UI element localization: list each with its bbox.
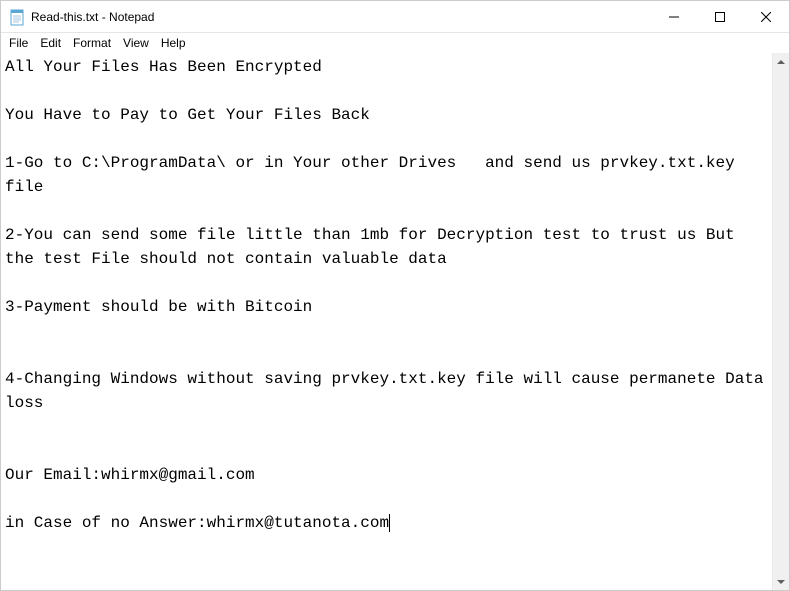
scroll-down-arrow-icon[interactable] (773, 573, 789, 590)
document-text: All Your Files Has Been Encrypted You Ha… (5, 58, 773, 532)
scroll-up-arrow-icon[interactable] (773, 53, 789, 70)
content-wrap: All Your Files Has Been Encrypted You Ha… (1, 53, 789, 590)
text-caret (389, 514, 390, 532)
vertical-scrollbar[interactable] (772, 53, 789, 590)
menubar: File Edit Format View Help (1, 33, 789, 53)
text-area[interactable]: All Your Files Has Been Encrypted You Ha… (1, 53, 772, 590)
menu-view[interactable]: View (117, 35, 155, 51)
menu-help[interactable]: Help (155, 35, 192, 51)
window-title: Read-this.txt - Notepad (31, 10, 154, 24)
menu-edit[interactable]: Edit (34, 35, 67, 51)
close-button[interactable] (743, 1, 789, 33)
notepad-icon (9, 7, 25, 27)
minimize-button[interactable] (651, 1, 697, 33)
menu-file[interactable]: File (3, 35, 34, 51)
titlebar: Read-this.txt - Notepad (1, 1, 789, 33)
maximize-button[interactable] (697, 1, 743, 33)
scrollbar-track[interactable] (773, 70, 789, 573)
menu-format[interactable]: Format (67, 35, 117, 51)
